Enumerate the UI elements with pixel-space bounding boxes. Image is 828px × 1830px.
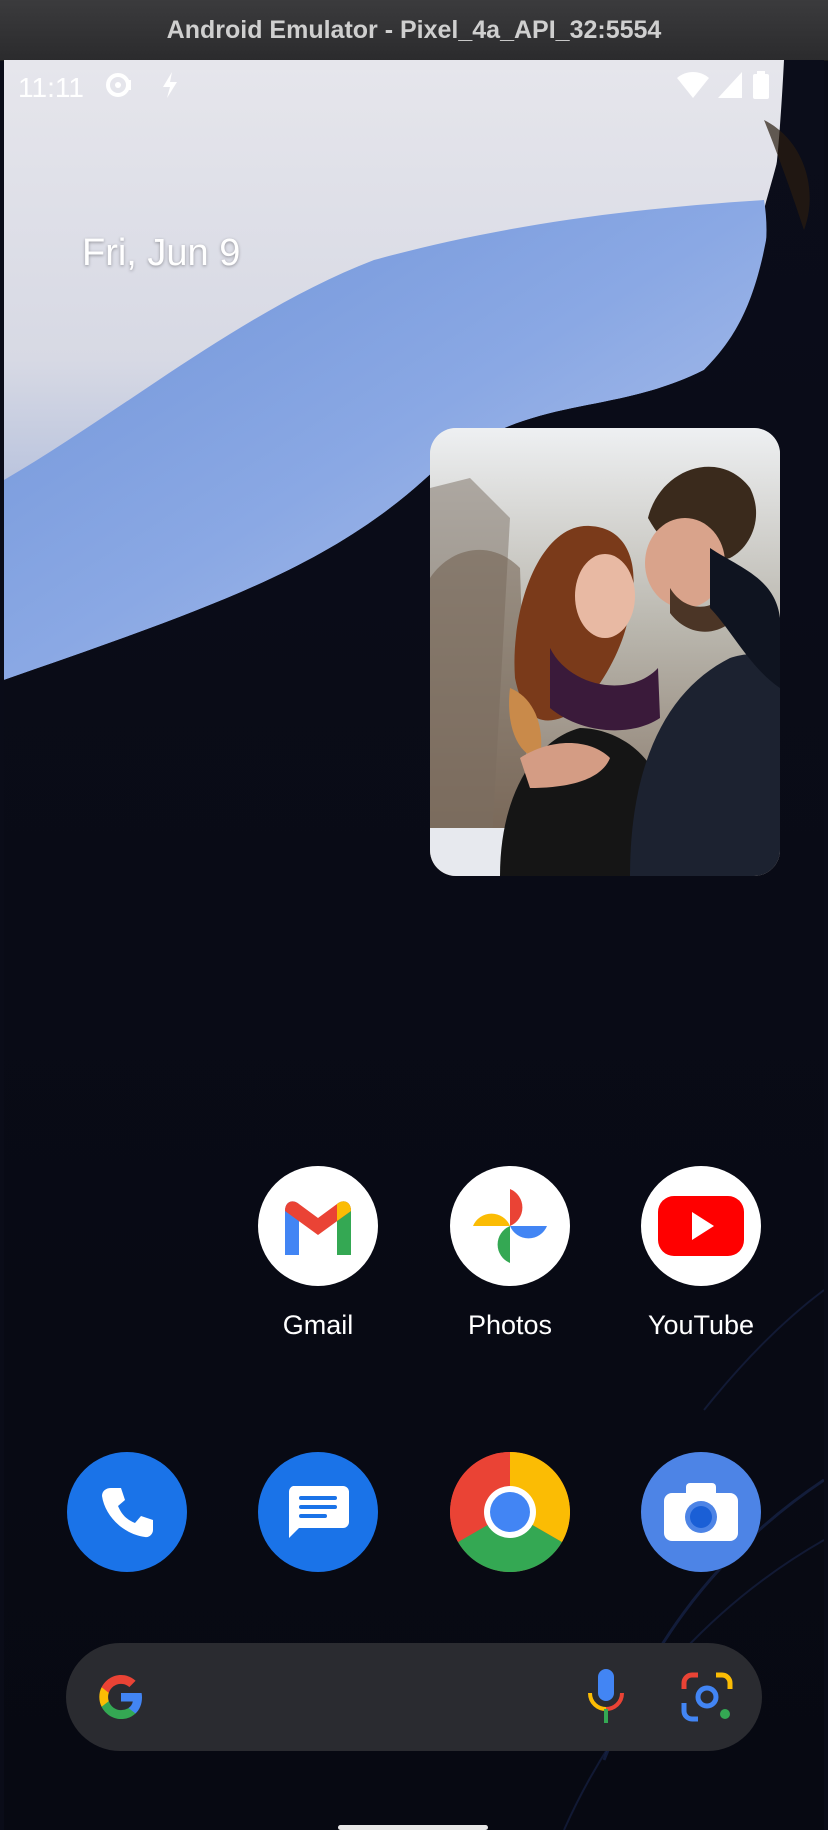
gmail-label: Gmail (282, 1310, 354, 1340)
youtube-label: YouTube (647, 1310, 755, 1340)
date-widget[interactable]: Fri, Jun 9 (82, 232, 240, 275)
status-time: 11:11 (18, 72, 84, 103)
google-search-bar[interactable] (66, 1643, 762, 1751)
window-title: Android Emulator - Pixel_4a_API_32:5554 (166, 15, 662, 44)
photos-app-icon[interactable] (450, 1166, 570, 1286)
chrome-icon (450, 1452, 570, 1572)
camera-icon (664, 1483, 738, 1541)
charging-icon (160, 70, 180, 107)
photo-widget[interactable] (430, 428, 780, 876)
messages-icon (288, 1486, 349, 1538)
gesture-nav-handle[interactable] (338, 1825, 488, 1830)
data-saver-icon (104, 70, 138, 107)
camera-app-icon[interactable] (641, 1452, 761, 1572)
gmail-icon (285, 1201, 351, 1255)
photos-label: Photos (467, 1310, 553, 1340)
phone-app-icon[interactable] (67, 1452, 187, 1572)
home-screen: 11:11 Fri, Jun 9 Gmail Photos YouTube (4, 60, 824, 1830)
google-lens-icon[interactable] (680, 1671, 734, 1723)
photos-pinwheel-icon (473, 1189, 547, 1263)
google-g-icon (99, 1675, 142, 1719)
chrome-app-icon[interactable] (450, 1452, 570, 1572)
signal-icon (716, 70, 744, 107)
couple-photo (430, 428, 780, 876)
status-bar: 11:11 (4, 60, 824, 114)
phone-icon (102, 1488, 153, 1538)
youtube-play-icon (658, 1196, 744, 1256)
emulator-title-bar: Android Emulator - Pixel_4a_API_32:5554 (0, 0, 828, 61)
battery-icon (752, 70, 770, 107)
microphone-icon[interactable] (584, 1667, 628, 1727)
wifi-icon (676, 70, 710, 107)
youtube-app-icon[interactable] (641, 1166, 761, 1286)
gmail-app-icon[interactable] (258, 1166, 378, 1286)
messages-app-icon[interactable] (258, 1452, 378, 1572)
